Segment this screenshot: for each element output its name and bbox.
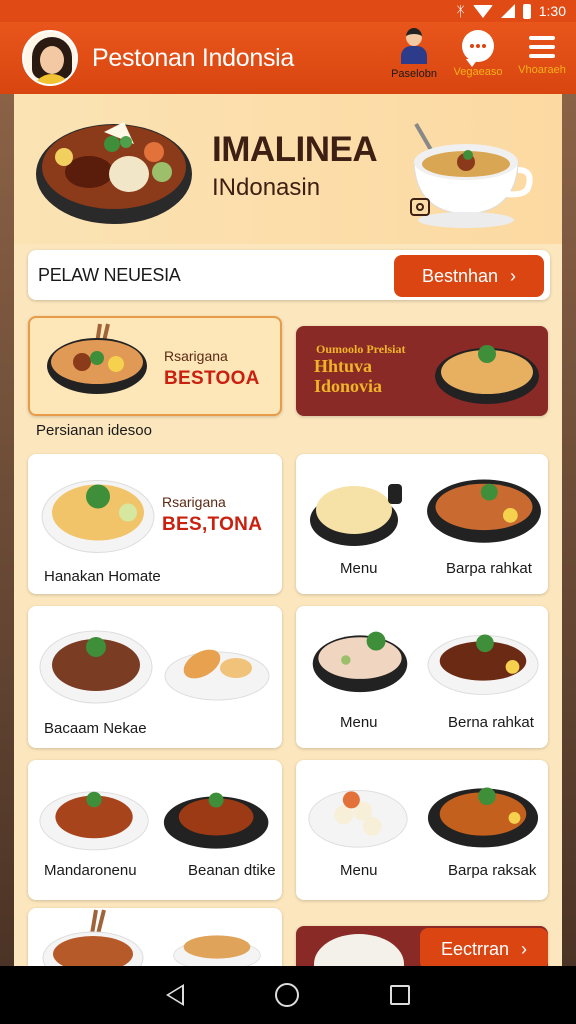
menu-card-label: Beanan dtike bbox=[188, 862, 276, 879]
promo-card-line2: Hhtuva bbox=[314, 356, 373, 376]
menu-card-label: Berna rahkat bbox=[448, 714, 534, 731]
grilled-chicken-image bbox=[39, 791, 149, 851]
menu-card[interactable]: Menu Barpa raksak bbox=[296, 760, 548, 900]
featured-caption: Persianan idesoo bbox=[36, 422, 152, 439]
promo-bar[interactable]: PELAW NEUESIA Bestnhan › bbox=[28, 250, 550, 300]
food-bowl-image bbox=[47, 323, 147, 394]
promo-card-brown[interactable]: Eectrran › bbox=[296, 926, 548, 966]
menu-icon bbox=[529, 36, 555, 58]
header-action-label: Vegaeaso bbox=[453, 66, 503, 78]
chevron-right-icon: › bbox=[521, 938, 528, 959]
hero-subtitle: INdonasin bbox=[212, 174, 321, 201]
promo-button[interactable]: Bestnhan › bbox=[394, 255, 544, 297]
promo-card-brown[interactable]: Oumoolo Prelsiat Hhtuva Idonovia bbox=[296, 326, 548, 416]
header-action-profile[interactable]: Paselobn bbox=[386, 28, 442, 80]
header-action-menu[interactable]: Vhoaraeh bbox=[514, 28, 570, 80]
hero-banner[interactable]: IMALINEA INdonasin bbox=[14, 94, 562, 244]
stir-fry-image bbox=[427, 634, 539, 695]
back-icon[interactable] bbox=[165, 984, 184, 1006]
promo-card-line1: Oumoolo Prelsiat bbox=[316, 342, 406, 356]
menu-card[interactable]: Menu Berna rahkat bbox=[296, 606, 548, 748]
menu-card-label: Mandaronenu bbox=[44, 862, 137, 879]
order-button[interactable]: Eectrran › bbox=[420, 928, 548, 966]
menu-card-label: Hanakan Homate bbox=[44, 568, 161, 585]
signal-icon bbox=[500, 4, 515, 18]
app-title: Pestonan Indonsia bbox=[92, 43, 295, 72]
chat-icon bbox=[462, 30, 494, 67]
grilled-meat-image bbox=[163, 792, 269, 849]
background-wall-left bbox=[0, 94, 14, 966]
menu-card-big-label: BES,TONA bbox=[162, 514, 263, 535]
main-content[interactable]: IMALINEA INdonasin PELAW NEUESIA Bestnha… bbox=[14, 94, 562, 966]
header-action-label: Vhoaraeh bbox=[518, 64, 566, 76]
wifi-icon bbox=[472, 4, 493, 18]
system-nav-bar bbox=[0, 966, 576, 1024]
person-icon bbox=[399, 28, 429, 64]
menu-card-small-label: Rsarigana bbox=[162, 494, 226, 510]
header-actions: Paselobn Vegaeaso Vhoaraeh bbox=[386, 28, 570, 80]
hero-title: IMALINEA bbox=[212, 130, 378, 169]
menu-card[interactable]: Mandaronenu Beanan dtike bbox=[28, 760, 282, 900]
header-action-label: Paselobn bbox=[391, 68, 437, 80]
mashed-potato-image bbox=[310, 484, 402, 546]
menu-card-label: Menu bbox=[340, 714, 378, 731]
menu-card-label: Menu bbox=[340, 862, 378, 879]
salad-bowl-image bbox=[312, 631, 408, 693]
camera-icon[interactable] bbox=[410, 198, 430, 216]
fried-chicken-image bbox=[164, 649, 270, 701]
bluetooth-icon: ᛡ bbox=[456, 3, 465, 19]
menu-card-label: Barpa raksak bbox=[448, 862, 537, 879]
promo-text: PELAW NEUESIA bbox=[38, 264, 181, 285]
food-bowl-image bbox=[42, 909, 144, 966]
noodle-bowl-image bbox=[435, 345, 539, 404]
menu-card-label: Barpa rahkat bbox=[446, 560, 532, 577]
menu-card[interactable] bbox=[28, 908, 282, 966]
menu-card-label: Menu bbox=[340, 560, 378, 577]
noodle-plate-image bbox=[41, 480, 155, 553]
recents-icon[interactable] bbox=[390, 985, 411, 1005]
avatar[interactable] bbox=[22, 30, 78, 86]
dumplings-image bbox=[308, 789, 408, 848]
order-button-label: Eectrran bbox=[440, 938, 510, 959]
featured-big-label: BESTOOA bbox=[164, 368, 260, 389]
menu-card[interactable]: Rsarigana BES,TONA Hanakan Homate bbox=[28, 454, 282, 594]
curry-bowl-image bbox=[427, 479, 541, 543]
featured-card[interactable]: Rsarigana BESTOOA bbox=[28, 316, 282, 416]
beef-rice-image bbox=[39, 630, 153, 704]
background-wall-right bbox=[562, 94, 576, 966]
menu-card-label: Bacaam Nekae bbox=[44, 720, 147, 737]
app-header: Pestonan Indonsia Paselobn Vegaeaso Vhoa… bbox=[0, 22, 576, 94]
roast-duck-image bbox=[427, 787, 539, 848]
hero-bowl-image bbox=[36, 122, 192, 224]
promo-button-label: Bestnhan bbox=[421, 265, 499, 286]
featured-small-label: Rsarigana bbox=[164, 348, 228, 364]
menu-card[interactable]: Bacaam Nekae bbox=[28, 606, 282, 748]
header-action-chat[interactable]: Vegaeaso bbox=[450, 28, 506, 80]
promo-card-line3: Idonovia bbox=[314, 376, 383, 396]
home-icon[interactable] bbox=[274, 983, 299, 1007]
bread-image bbox=[173, 935, 261, 966]
menu-card[interactable]: Menu Barpa rahkat bbox=[296, 454, 548, 594]
battery-icon bbox=[522, 3, 531, 19]
status-time: 1:30 bbox=[538, 3, 566, 19]
chevron-right-icon: › bbox=[510, 265, 517, 286]
status-bar: ᛡ 1:30 bbox=[0, 0, 576, 22]
rice-image bbox=[314, 934, 404, 966]
